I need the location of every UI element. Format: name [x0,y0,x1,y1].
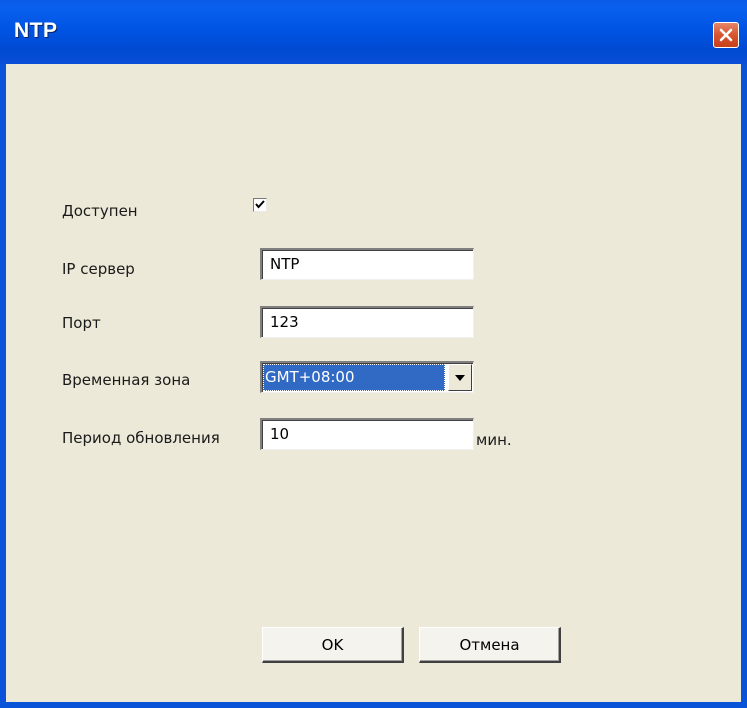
enabled-label: Доступен [62,202,138,220]
title-bar[interactable]: NTP [0,0,747,64]
ok-button[interactable]: OK [262,627,404,663]
timezone-select[interactable]: GMT+08:00 [260,361,474,393]
close-button[interactable] [713,22,739,48]
ip-server-input[interactable]: NTP [260,248,474,280]
update-period-input[interactable]: 10 [260,418,474,450]
window-title: NTP [14,19,58,42]
checkmark-icon [255,200,265,209]
timezone-selected-value: GMT+08:00 [263,364,445,391]
update-period-unit: мин. [476,431,512,449]
dialog-content: Доступен IP сервер NTP Порт 123 Временна… [6,64,741,702]
ip-server-label: IP сервер [62,260,135,278]
enabled-checkbox[interactable] [253,198,267,212]
ntp-dialog: NTP Доступен IP сервер NTP Порт 123 Врем… [0,0,747,708]
port-input[interactable]: 123 [260,306,474,338]
chevron-down-icon [455,374,465,381]
close-icon [719,28,733,42]
port-label: Порт [62,314,101,332]
timezone-label: Временная зона [62,371,191,389]
update-period-label: Период обновления [62,429,220,447]
timezone-dropdown-button[interactable] [448,364,472,391]
cancel-button[interactable]: Отмена [419,627,561,663]
